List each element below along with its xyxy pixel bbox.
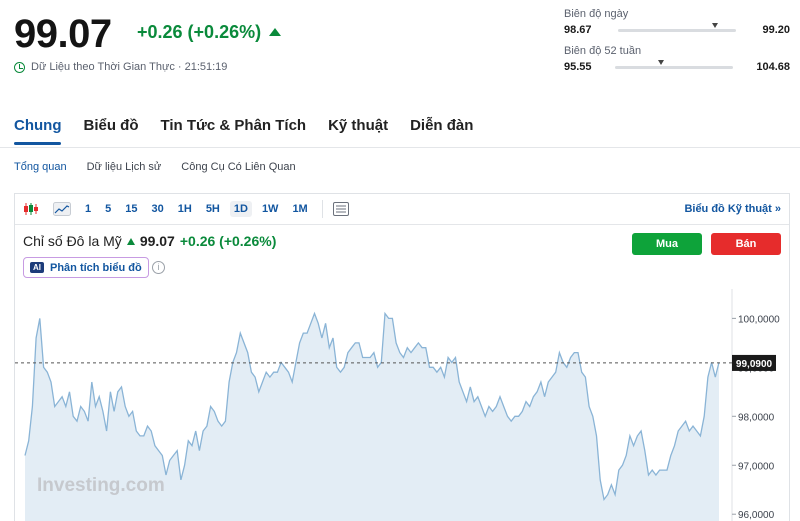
investing-watermark: Investing.com bbox=[37, 475, 165, 496]
ai-badge-icon: AI bbox=[30, 262, 44, 273]
chart-toolbar: 1 5 15 30 1H 5H 1D 1W 1M Biểu đồ Kỹ thuậ… bbox=[15, 194, 789, 225]
tab-chung[interactable]: Chung bbox=[14, 117, 61, 145]
info-icon[interactable]: i bbox=[152, 261, 165, 274]
week52-range-track bbox=[614, 59, 733, 69]
y-tick-label: 97,0000 bbox=[738, 461, 775, 472]
y-tick-label: 96,0000 bbox=[738, 510, 775, 521]
toolbar-separator bbox=[321, 200, 323, 218]
realtime-label: Dữ Liệu theo Thời Gian Thực · 21:51:19 bbox=[31, 61, 228, 73]
tabs-divider bbox=[0, 147, 800, 148]
tab-tin-tuc[interactable]: Tin Tức & Phân Tích bbox=[160, 117, 306, 145]
ai-chart-analysis-label: Phân tích biểu đồ bbox=[50, 261, 142, 274]
candlestick-icon[interactable] bbox=[23, 202, 39, 216]
day-range: Biên độ ngày 98.67 99.20 bbox=[564, 8, 790, 36]
day-range-label: Biên độ ngày bbox=[564, 8, 629, 20]
area-chart-icon[interactable] bbox=[53, 202, 71, 216]
timeframe-15[interactable]: 15 bbox=[125, 203, 137, 215]
week52-range-label: Biên độ 52 tuần bbox=[564, 45, 642, 57]
subtab-overview[interactable]: Tổng quan bbox=[14, 161, 67, 173]
day-range-low: 98.67 bbox=[564, 24, 592, 36]
day-range-high: 99.20 bbox=[762, 24, 790, 36]
up-arrow-icon bbox=[126, 237, 135, 245]
realtime-status: Dữ Liệu theo Thời Gian Thực · 21:51:19 bbox=[14, 61, 227, 73]
sub-tabs: Tổng quan Dữ liệu Lịch sử Công Cụ Có Liê… bbox=[14, 161, 296, 173]
price-chart[interactable]: 100,000099,000098,000097,000096,0000 99,… bbox=[15, 289, 791, 521]
timeframe-5[interactable]: 5 bbox=[105, 203, 111, 215]
tab-dien-dan[interactable]: Diễn đàn bbox=[410, 117, 473, 145]
clock-icon bbox=[14, 61, 25, 73]
ai-chart-analysis-button[interactable]: AI Phân tích biểu đồ bbox=[23, 257, 149, 278]
timeframe-1d[interactable]: 1D bbox=[229, 201, 252, 217]
week52-range-low: 95.55 bbox=[564, 61, 592, 73]
chart-widget: 1 5 15 30 1H 5H 1D 1W 1M Biểu đồ Kỹ thuậ… bbox=[14, 193, 790, 521]
y-axis-ticks: 100,000099,000098,000097,000096,0000 bbox=[732, 314, 780, 521]
quote-change-text: +0.26 (+0.26%) bbox=[137, 22, 262, 42]
timeframe-1m[interactable]: 1M bbox=[292, 203, 307, 215]
table-view-icon[interactable] bbox=[332, 202, 349, 216]
day-range-track bbox=[618, 22, 736, 32]
sell-button[interactable]: Bán bbox=[711, 233, 781, 255]
instrument-header: Chỉ số Đô la Mỹ 99.07 +0.26 (+0.26%) bbox=[23, 233, 276, 249]
timeframe-1h[interactable]: 1H bbox=[178, 203, 192, 215]
tab-ky-thuat[interactable]: Kỹ thuật bbox=[328, 117, 388, 145]
buy-button[interactable]: Mua bbox=[632, 233, 702, 255]
week52-range: Biên độ 52 tuần 95.55 104.68 bbox=[564, 45, 790, 73]
y-tick-label: 98,0000 bbox=[738, 412, 775, 423]
timeframe-1w[interactable]: 1W bbox=[262, 203, 279, 215]
up-arrow-icon bbox=[269, 28, 282, 36]
current-price-label: 99,0900 bbox=[736, 359, 773, 370]
technical-chart-link[interactable]: Biểu đồ Kỹ thuật » bbox=[684, 203, 781, 215]
y-tick-label: 100,0000 bbox=[738, 314, 780, 325]
week52-range-high: 104.68 bbox=[756, 61, 790, 73]
instrument-price: 99.07 bbox=[139, 233, 175, 249]
quote-price: 99.07 bbox=[14, 12, 112, 56]
quote-change: +0.26 (+0.26%) bbox=[137, 22, 282, 43]
subtab-related-tools[interactable]: Công Cụ Có Liên Quan bbox=[181, 161, 295, 173]
main-tabs: Chung Biểu đồ Tin Tức & Phân Tích Kỹ thu… bbox=[14, 117, 473, 145]
timeframe-30[interactable]: 30 bbox=[152, 203, 164, 215]
tab-bieu-do[interactable]: Biểu đồ bbox=[83, 117, 138, 145]
day-range-marker-icon bbox=[711, 22, 718, 28]
subtab-history[interactable]: Dữ liệu Lịch sử bbox=[87, 161, 162, 173]
timeframe-1[interactable]: 1 bbox=[85, 203, 91, 215]
instrument-name: Chỉ số Đô la Mỹ bbox=[23, 233, 122, 249]
instrument-change: +0.26 (+0.26%) bbox=[179, 233, 277, 249]
week52-range-marker-icon bbox=[657, 59, 664, 65]
timeframe-5h[interactable]: 5H bbox=[206, 203, 220, 215]
